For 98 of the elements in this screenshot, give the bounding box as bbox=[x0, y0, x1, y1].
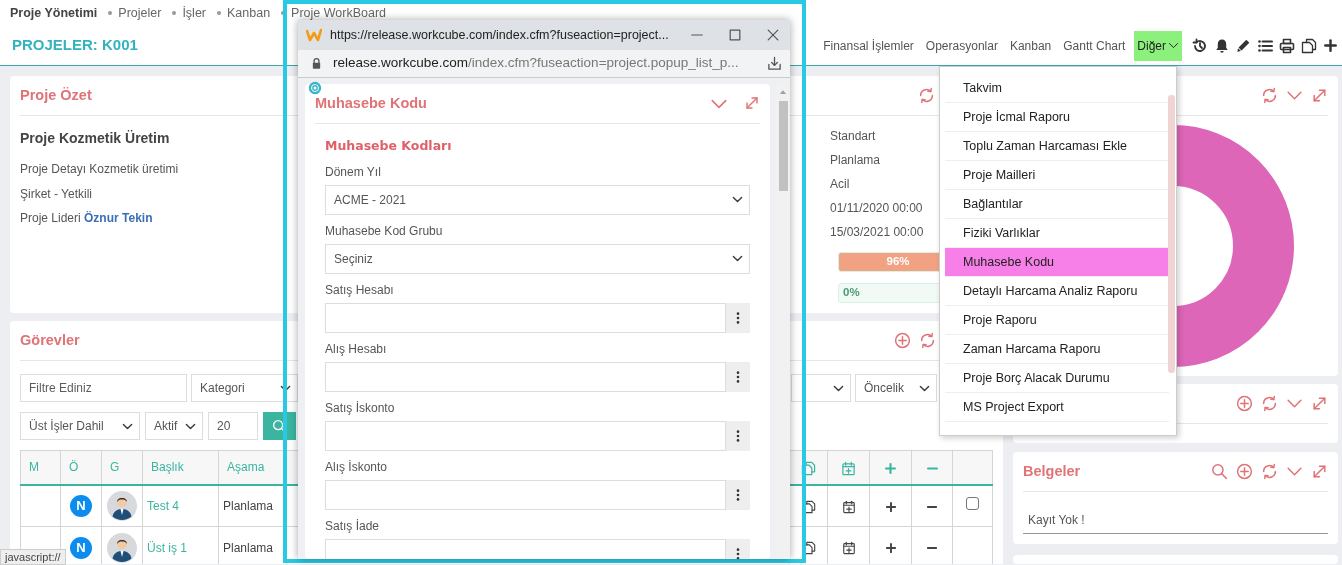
close-icon[interactable] bbox=[766, 28, 780, 42]
refresh-icon[interactable] bbox=[1261, 395, 1278, 412]
field-label: Alış Hesabı bbox=[325, 341, 387, 356]
refresh-icon[interactable] bbox=[918, 87, 935, 104]
lock-icon bbox=[310, 57, 323, 70]
scrollbar[interactable] bbox=[1168, 95, 1175, 373]
expand-icon[interactable] bbox=[1311, 395, 1328, 412]
category-select[interactable]: Kategori bbox=[191, 374, 298, 402]
breadcrumb-link[interactable]: Kanban bbox=[227, 3, 271, 23]
project-value: 15/03/2021 00:00 bbox=[830, 225, 924, 239]
project-value: 01/11/2020 00:00 bbox=[830, 201, 923, 215]
refresh-icon[interactable] bbox=[1261, 463, 1278, 480]
status-tooltip: javascript:// bbox=[0, 549, 66, 565]
nav-tab[interactable]: Gantt Chart bbox=[1060, 30, 1129, 61]
more-options-button[interactable] bbox=[726, 538, 750, 559]
add-circle-icon[interactable] bbox=[894, 332, 911, 349]
breadcrumb-link[interactable]: İşler bbox=[182, 3, 206, 23]
page-title: PROJELER: K001 bbox=[12, 35, 138, 56]
logo-icon bbox=[306, 27, 322, 43]
progress-label: 0% bbox=[842, 285, 861, 301]
maximize-icon[interactable] bbox=[728, 28, 742, 42]
plus-icon[interactable] bbox=[884, 542, 897, 555]
history-icon[interactable] bbox=[1192, 37, 1208, 54]
window-title: https://release.workcube.com/index.cfm?fuseaction=project... bbox=[330, 26, 670, 44]
input-field[interactable] bbox=[325, 302, 726, 333]
expand-icon[interactable] bbox=[744, 94, 760, 111]
expand-icon[interactable] bbox=[1311, 463, 1328, 480]
menu-item[interactable]: Proje Borç Alacak Durumu bbox=[945, 364, 1169, 393]
more-options-button[interactable] bbox=[726, 420, 750, 451]
nav-tab[interactable]: Finansal İşlemler bbox=[820, 30, 917, 61]
field-label: Dönem Yıl bbox=[325, 164, 381, 179]
breadcrumb-link[interactable]: Proje WorkBoard bbox=[291, 3, 387, 23]
status-select[interactable]: Aktif bbox=[145, 412, 203, 440]
progress-label: 96% bbox=[885, 254, 911, 270]
download-icon[interactable] bbox=[767, 56, 782, 71]
priority-select[interactable]: Öncelik bbox=[855, 374, 937, 402]
pencil-icon[interactable] bbox=[1236, 38, 1251, 53]
field-label: Alış İskonto bbox=[325, 459, 388, 474]
avatar-initial: N bbox=[70, 536, 92, 559]
calendar-plus-icon[interactable] bbox=[841, 499, 856, 514]
project-value: Standart bbox=[830, 129, 876, 143]
field-label: Muhasebe Kod Grubu bbox=[325, 223, 443, 238]
scope-select[interactable]: Üst İşler Dahil bbox=[20, 412, 140, 440]
add-icon[interactable] bbox=[1323, 38, 1338, 53]
select-field[interactable]: Seçiniz bbox=[325, 243, 750, 274]
field-label: Satış Hesabı bbox=[325, 282, 394, 297]
card-title: Proje Özet bbox=[20, 85, 92, 105]
card-title: Muhasebe Kodu bbox=[315, 93, 427, 113]
more-options-button[interactable] bbox=[726, 302, 750, 333]
breadcrumb-title: Proje Yönetimi bbox=[10, 4, 98, 22]
card-title: Görevler bbox=[20, 330, 80, 350]
project-detail: Şirket - Yetkili bbox=[20, 186, 93, 201]
input-field[interactable] bbox=[325, 538, 726, 559]
leader-link[interactable]: Öznur Tekin bbox=[84, 211, 153, 225]
list-icon[interactable] bbox=[1257, 37, 1273, 54]
refresh-icon[interactable] bbox=[919, 332, 936, 349]
row-checkbox[interactable] bbox=[966, 496, 979, 510]
bell-icon[interactable] bbox=[1214, 37, 1230, 54]
input-field[interactable] bbox=[325, 479, 726, 510]
add-circle-icon[interactable] bbox=[1236, 395, 1253, 412]
calendar-plus-icon[interactable] bbox=[841, 541, 856, 556]
menu-item[interactable]: Muhasebe Kodu bbox=[945, 248, 1169, 277]
project-value: Planlama bbox=[830, 153, 881, 167]
address-text[interactable]: release.workcube.com/index.cfm?fuseaction=project.popup_list_p... bbox=[333, 53, 757, 74]
select-field[interactable]: ACME - 2021 bbox=[325, 184, 750, 215]
field-label: Satış İskonto bbox=[325, 400, 395, 415]
scrollbar-thumb[interactable] bbox=[778, 101, 788, 191]
breadcrumb-link[interactable]: Projeler bbox=[118, 3, 162, 23]
search-icon[interactable] bbox=[1211, 463, 1228, 480]
plus-icon bbox=[884, 461, 897, 475]
page-size-input[interactable]: 20 bbox=[208, 412, 258, 440]
menu-item[interactable]: Takvim bbox=[945, 74, 1169, 103]
section-title: Muhasebe Kodları bbox=[325, 137, 453, 155]
expand-icon[interactable] bbox=[1311, 87, 1328, 104]
copy-icon[interactable] bbox=[1301, 37, 1317, 54]
menu-item[interactable]: MS Project Export bbox=[945, 393, 1169, 422]
avatar-initial: N bbox=[70, 494, 92, 517]
user-avatar-icon bbox=[107, 490, 137, 521]
input-field[interactable] bbox=[325, 420, 726, 451]
project-detail: Proje Detayı Kozmetik üretimi bbox=[20, 162, 179, 176]
input-field[interactable] bbox=[325, 361, 726, 392]
project-leader: Proje Lideri Öznur Tekin bbox=[20, 211, 153, 225]
refresh-icon[interactable] bbox=[1261, 87, 1278, 104]
print-icon[interactable] bbox=[1279, 37, 1295, 54]
project-name: Proje Kozmetik Üretim bbox=[20, 130, 170, 146]
filter-input[interactable]: Filtre Ediniz bbox=[20, 374, 187, 402]
nav-tab[interactable]: Kanban bbox=[1006, 30, 1055, 61]
more-options-button[interactable] bbox=[726, 479, 750, 510]
calendar-plus-icon bbox=[841, 460, 856, 476]
card-title: Belgeler bbox=[1023, 461, 1081, 481]
add-circle-icon[interactable] bbox=[1236, 463, 1253, 480]
select-field[interactable] bbox=[791, 374, 851, 402]
nav-tab[interactable]: Diğer bbox=[1134, 30, 1182, 61]
plus-icon[interactable] bbox=[884, 500, 897, 513]
more-options-button[interactable] bbox=[726, 361, 750, 392]
nav-tab[interactable]: Operasyonlar bbox=[922, 30, 1001, 61]
empty-message: Kayıt Yok ! bbox=[1023, 498, 1328, 534]
project-value: Acil bbox=[830, 177, 850, 191]
